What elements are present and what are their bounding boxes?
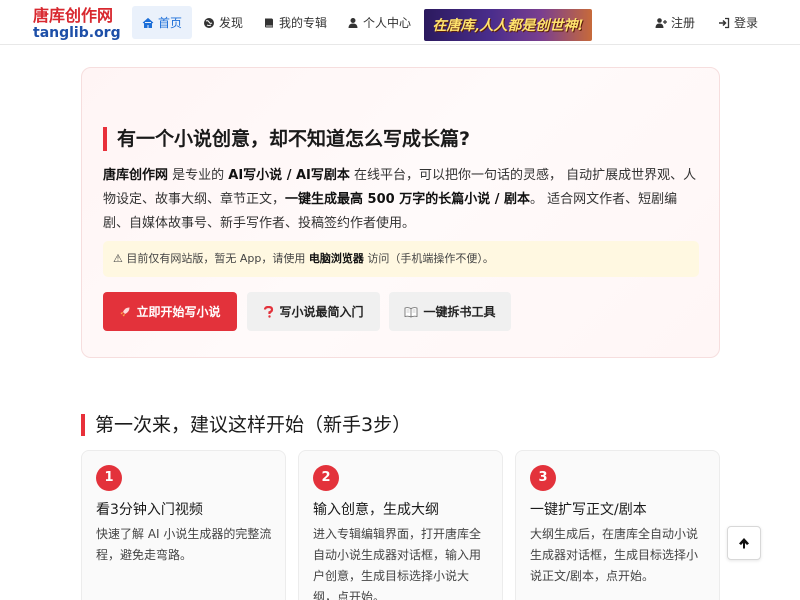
hero-card: 有一个小说创意，却不知道怎么写成长篇? 唐库创作网 是专业的 AI写小说 / A… <box>81 67 720 358</box>
step-description: 进入专辑编辑界面，打开唐库全自动小说生成器对话框，输入用户创意，生成目标选择小说… <box>313 527 482 600</box>
nav-profile[interactable]: 个人中心 <box>337 6 421 39</box>
question-icon <box>264 305 274 318</box>
home-icon <box>142 17 154 28</box>
nav-discover[interactable]: 发现 <box>193 6 253 39</box>
browser-notice: ⚠ 目前仅有网站版，暂无 App，请使用 电脑浏览器 访问（手机端操作不便）。 <box>103 241 699 277</box>
step-card[interactable]: 1 看3分钟入门视频 快速了解 AI 小说生成器的完整流程，避免走弯路。 <box>81 450 286 600</box>
step-title: 看3分钟入门视频 <box>96 502 203 518</box>
user-plus-icon <box>655 17 667 28</box>
book-split-tool-button[interactable]: 一键拆书工具 <box>389 292 511 331</box>
hero-desc-brand: 唐库创作网 <box>103 168 169 183</box>
beginner-guide-label: 写小说最简入门 <box>279 305 364 319</box>
hero-description: 唐库创作网 是专业的 AI写小说 / AI写剧本 在线平台，可以把你一句话的灵感… <box>103 164 703 236</box>
step-number-badge: 3 <box>530 465 556 491</box>
nav-profile-label: 个人中心 <box>363 16 412 30</box>
hero-title: 有一个小说创意，却不知道怎么写成长篇? <box>103 127 470 151</box>
section-title: 第一次来，建议这样开始（新手3步） <box>81 414 411 436</box>
hero-desc-highlight: 一键生成最高 500 万字的长篇小说 / 剧本 <box>285 192 531 207</box>
step-number-badge: 2 <box>313 465 339 491</box>
step-card[interactable]: 2 输入创意，生成大纲 进入专辑编辑界面，打开唐库全自动小说生成器对话框，输入用… <box>298 450 503 600</box>
top-navbar: 唐库创作网 tanglib.org 首页 发现 我的专辑 个人中心 在唐库,人人… <box>0 0 800 45</box>
nav-register[interactable]: 注册 <box>645 6 705 39</box>
logo-name-en: tanglib.org <box>33 25 121 41</box>
site-logo[interactable]: 唐库创作网 tanglib.org <box>33 7 123 41</box>
promo-banner[interactable]: 在唐库,人人都是创世神! <box>424 9 592 41</box>
step-title: 输入创意，生成大纲 <box>313 502 439 518</box>
hero-desc-part: 是专业的 <box>168 168 229 183</box>
nav-home-label: 首页 <box>158 16 183 30</box>
beginner-guide-button[interactable]: 写小说最简入门 <box>247 292 380 331</box>
globe-icon <box>204 17 214 28</box>
logo-name-cn: 唐库创作网 <box>33 6 114 25</box>
nav-login[interactable]: 登录 <box>708 6 768 39</box>
nav-login-label: 登录 <box>734 16 759 30</box>
notice-part: ⚠ 目前仅有网站版，暂无 App，请使用 <box>113 252 309 265</box>
step-description: 大纲生成后，在唐库全自动小说生成器对话框，生成目标选择小说正文/剧本，点开始。 <box>530 527 699 583</box>
open-book-icon <box>405 306 418 317</box>
nav-my-works[interactable]: 我的专辑 <box>253 6 337 39</box>
start-writing-button[interactable]: 立即开始写小说 <box>103 292 237 331</box>
step-description: 快速了解 AI 小说生成器的完整流程，避免走弯路。 <box>96 527 272 562</box>
notice-part: 访问（手机端操作不便）。 <box>363 252 494 265</box>
nav-my-works-label: 我的专辑 <box>279 16 328 30</box>
back-to-top-button[interactable] <box>727 526 761 560</box>
step-title: 一键扩写正文/剧本 <box>530 502 647 518</box>
start-writing-label: 立即开始写小说 <box>136 305 221 319</box>
nav-discover-label: 发现 <box>219 16 244 30</box>
promo-banner-text: 在唐库,人人都是创世神! <box>432 18 584 34</box>
book-split-tool-label: 一键拆书工具 <box>423 305 496 319</box>
book-icon <box>265 18 273 27</box>
step-number-badge: 1 <box>96 465 122 491</box>
rocket-icon <box>120 307 130 316</box>
sign-in-icon <box>719 17 730 28</box>
hero-desc-ai: AI写小说 / AI写剧本 <box>228 168 350 183</box>
nav-home[interactable]: 首页 <box>132 6 193 39</box>
step-card[interactable]: 3 一键扩写正文/剧本 大纲生成后，在唐库全自动小说生成器对话框，生成目标选择小… <box>515 450 720 600</box>
user-icon <box>348 17 358 28</box>
arrow-up-icon <box>739 538 749 549</box>
notice-highlight: 电脑浏览器 <box>308 252 364 265</box>
nav-register-label: 注册 <box>671 16 696 30</box>
